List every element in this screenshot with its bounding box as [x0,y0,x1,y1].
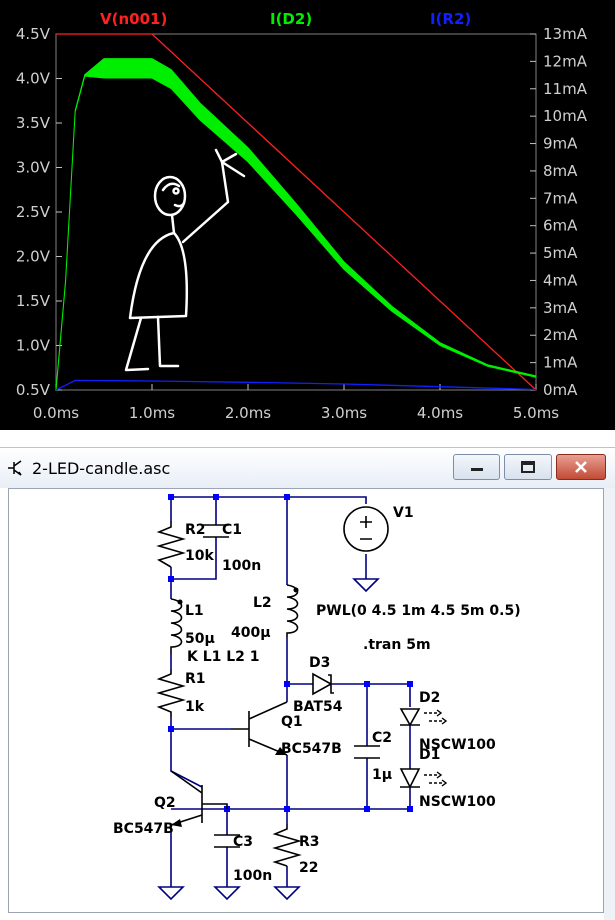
r3-value: 22 [299,860,318,876]
left-axis: 4.5V 4.0V 3.5V 3.0V 2.5V 2.0V 1.5V 1.0V 0.5V [16,25,62,399]
c1-value: 100n [222,558,261,574]
coupling-directive[interactable]: K L1 L2 1 [187,649,260,665]
right-tick-label: 5mA [543,244,578,262]
resistor-r1[interactable]: R1 1k [156,669,206,717]
resistor-r2[interactable]: R2 10k [156,521,214,568]
l2-ref: L2 [253,595,272,611]
simulation-directive[interactable]: .tran 5m [363,637,431,653]
d3-value: BAT54 [293,699,343,715]
c3-ref: C3 [233,834,253,850]
d1-ref: D1 [419,747,440,763]
left-tick-label: 3.0V [16,159,51,177]
right-tick-label: 6mA [543,217,578,235]
right-tick-label: 0mA [543,381,578,399]
d3-ref: D3 [309,655,330,671]
left-tick-label: 3.5V [16,114,51,132]
x-tick-label: 3.0ms [321,404,367,422]
left-tick-label: 4.0V [16,70,51,88]
led-d2[interactable]: D2 NSCW100 [399,690,496,753]
inductor-l1[interactable]: L1 50µ [170,598,215,654]
left-tick-label: 4.5V [16,25,51,43]
left-tick-label: 0.5V [16,381,51,399]
v1-source-spec[interactable]: PWL(0 4.5 1m 4.5 5m 0.5) [316,603,521,619]
right-tick-label: 11mA [543,80,588,98]
trace-label-ir2[interactable]: I(R2) [430,10,471,28]
r3-ref: R3 [299,834,320,850]
c2-ref: C2 [372,730,392,746]
right-tick-label: 10mA [543,107,588,125]
window-titlebar[interactable]: 2-LED-candle.asc [0,448,615,488]
c3-value: 100n [233,868,272,884]
l1-ref: L1 [185,603,204,619]
waveform-plot[interactable]: 4.5V 4.0V 3.5V 3.0V 2.5V 2.0V 1.5V 1.0V 0.5V 13m… [0,0,615,430]
resistor-r3[interactable]: R3 22 [272,824,320,876]
c2-value: 1µ [372,767,392,783]
right-tick-label: 12mA [543,52,588,70]
trace-label-id2[interactable]: I(D2) [270,10,312,28]
minimize-button[interactable] [453,454,500,480]
left-tick-label: 2.5V [16,203,51,221]
maximize-icon [521,461,535,473]
left-tick-label: 1.0V [16,337,51,355]
r1-value: 1k [185,699,205,715]
right-tick-label: 3mA [543,299,578,317]
minimize-icon [470,468,483,471]
right-tick-label: 1mA [543,354,578,372]
diode-d3[interactable]: D3 BAT54 [293,655,343,715]
close-button[interactable] [556,454,606,480]
trace-label-vn001[interactable]: V(n001) [100,10,167,28]
right-tick-label: 7mA [543,189,578,207]
left-tick-label: 1.5V [16,292,51,310]
window-title: 2-LED-candle.asc [32,459,171,478]
right-tick-label: 8mA [543,162,578,180]
led-d1[interactable]: D1 NSCW100 [399,747,496,810]
d2-ref: D2 [419,690,440,706]
q1-ref: Q1 [281,714,303,730]
r2-ref: R2 [185,522,206,538]
r2-value: 10k [185,548,214,564]
l1-value: 50µ [185,631,215,647]
maximize-button[interactable] [504,454,552,480]
right-tick-label: 4mA [543,271,578,289]
left-tick-label: 2.0V [16,248,51,266]
x-tick-label: 5.0ms [513,404,559,422]
x-tick-label: 2.0ms [225,404,271,422]
schematic-svg: R2 10k C1 100n V1 L1 50µ K L1 L2 1 L2 40… [113,494,521,901]
right-tick-label: 9mA [543,135,578,153]
q2-ref: Q2 [154,795,176,811]
capacitor-c2[interactable]: C2 1µ [354,730,392,783]
voltage-source-v1[interactable]: V1 [343,505,414,552]
v1-ref: V1 [393,505,414,521]
vertical-scrollbar[interactable] [604,488,615,920]
d1-value: NSCW100 [419,794,496,810]
right-axis: 13mA 12mA 11mA 10mA 9mA 8mA 7mA 6mA 5mA 4mA 3mA 2mA… [530,25,588,399]
transistor-q2[interactable]: Q2 BC547B [113,770,228,837]
x-tick-label: 1.0ms [129,404,175,422]
r1-ref: R1 [185,671,206,687]
right-tick-label: 2mA [543,326,578,344]
l2-value: 400µ [231,625,271,641]
x-tick-label: 0.0ms [33,404,79,422]
schematic-window: 2-LED-candle.asc R2 10k C1 100n V1 L1 50… [0,447,615,920]
schematic-file-icon [8,460,22,476]
x-tick-label: 4.0ms [417,404,463,422]
right-tick-label: 13mA [543,25,588,43]
capacitor-c3[interactable]: C3 100n [214,834,272,884]
q2-value: BC547B [113,821,174,837]
inductor-l2[interactable]: L2 400µ [231,584,299,641]
waveform-svg: 4.5V 4.0V 3.5V 3.0V 2.5V 2.0V 1.5V 1.0V 0.5V 13m… [16,10,588,422]
q1-value: BC547B [281,741,342,757]
schematic-canvas[interactable]: R2 10k C1 100n V1 L1 50µ K L1 L2 1 L2 40… [8,488,604,913]
c1-ref: C1 [222,522,242,538]
close-icon [575,461,587,473]
